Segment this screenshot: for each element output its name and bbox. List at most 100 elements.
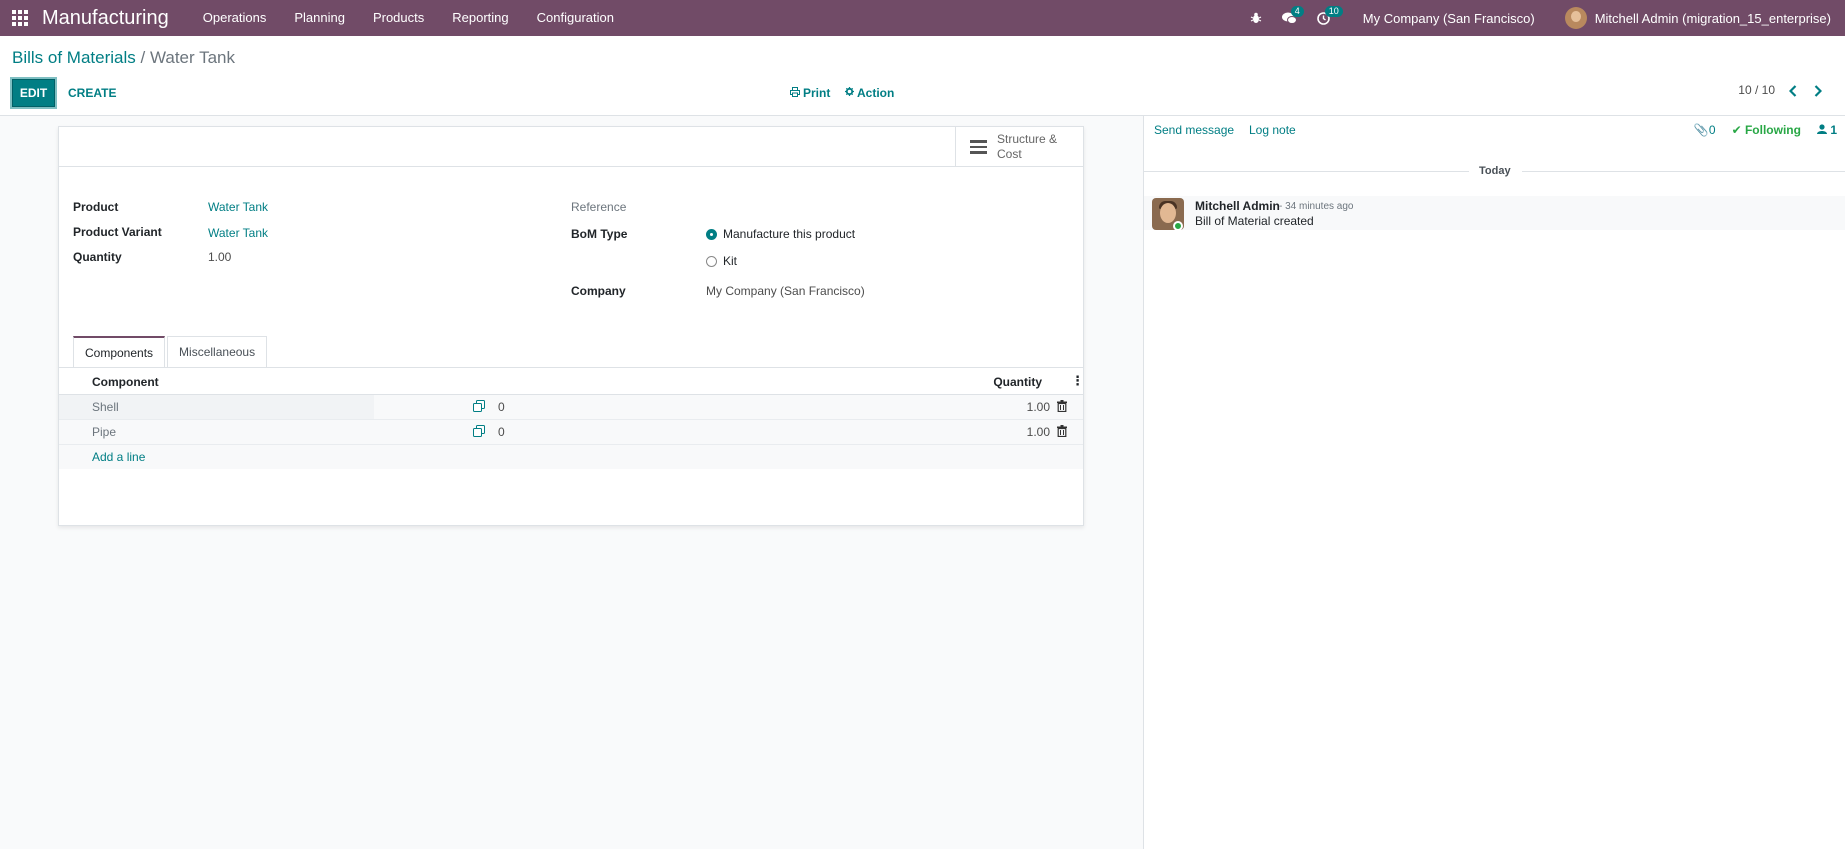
row-quantity[interactable]: 1.00 [1027,425,1050,439]
table-header: Component Quantity ⋮ [59,368,1084,395]
row-component[interactable]: Pipe [92,425,116,439]
followers-button[interactable]: 1 [1816,123,1837,137]
chatter: Send message Log note 📎0 ✔ Following 1 T… [1143,116,1845,849]
structure-cost-button[interactable]: Structure & Cost [955,127,1083,167]
button-box: Structure & Cost [59,127,1083,167]
attachments-count: 0 [1708,123,1716,137]
row-quantity[interactable]: 1.00 [1027,400,1050,414]
product-variant-field[interactable]: Water Tank [208,226,268,240]
message-author[interactable]: Mitchell Admin [1195,199,1280,213]
table-row[interactable]: Shell 0 1.00 [59,395,1083,420]
top-navbar: Manufacturing Operations Planning Produc… [0,0,1845,36]
company-switcher[interactable]: My Company (San Francisco) [1363,11,1535,26]
pager-value[interactable]: 10 / 10 [1738,83,1775,97]
followers-count: 1 [1830,123,1837,137]
breadcrumb-current: Water Tank [149,48,236,67]
date-separator-line-right [1522,171,1845,172]
breadcrumb: Bills of Materials / Water Tank [12,48,235,68]
row-available: 0 [498,400,505,414]
notebook-tabs: Components Miscellaneous [73,336,269,368]
messages-icon[interactable]: 4 [1275,0,1305,36]
company-label: Company [571,284,626,298]
product-field[interactable]: Water Tank [208,200,268,214]
row-available: 0 [498,425,505,439]
menu-configuration[interactable]: Configuration [523,0,628,36]
bars-icon [970,140,987,154]
menu-products[interactable]: Products [359,0,438,36]
date-separator: Today [1144,165,1845,177]
activities-badge: 10 [1324,6,1343,17]
trash-icon[interactable] [1057,425,1068,438]
check-icon: ✔ [1731,123,1742,137]
bom-type-kit-radio[interactable]: Kit [706,254,737,268]
following-button[interactable]: ✔ Following [1732,123,1801,137]
attachments-button[interactable]: 📎0 [1694,123,1716,137]
column-header-quantity[interactable]: Quantity [993,375,1042,389]
bom-type-manufacture-label: Manufacture this product [723,227,856,241]
breadcrumb-bills-of-materials[interactable]: Bills of Materials [12,48,136,67]
radio-checked-icon [706,228,717,240]
print-button[interactable]: Print [790,79,830,107]
pager-next-button[interactable] [1809,82,1827,100]
chatter-topbar-right: 📎0 ✔ Following 1 [1694,123,1837,137]
quantity-field[interactable]: 1.00 [208,250,231,264]
app-name[interactable]: Manufacturing [42,7,169,30]
pager-previous-button[interactable] [1784,82,1802,100]
forecast-report-icon[interactable] [473,425,486,438]
message-time: - 34 minutes ago [1279,201,1354,212]
trash-icon[interactable] [1057,400,1068,413]
message-body: Bill of Material created [1195,214,1314,228]
row-component[interactable]: Shell [92,400,119,414]
following-label: Following [1744,123,1801,137]
online-status-icon [1173,221,1183,231]
bug-icon[interactable] [1241,0,1271,36]
action-button[interactable]: Action [845,79,894,107]
print-label: Print [803,86,831,100]
company-field[interactable]: My Company (San Francisco) [706,284,865,298]
gear-icon [845,87,854,99]
quantity-label: Quantity [73,250,122,264]
forecast-report-icon[interactable] [473,400,486,413]
column-header-component[interactable]: Component [92,375,159,389]
date-separator-line-left [1144,171,1469,172]
log-note-button[interactable]: Log note [1249,123,1296,137]
menu-planning[interactable]: Planning [280,0,359,36]
menu-operations[interactable]: Operations [189,0,281,36]
tab-miscellaneous[interactable]: Miscellaneous [167,336,268,367]
paperclip-icon: 📎 [1693,123,1709,137]
pager-previous [1522,82,1540,100]
form-area: Structure & Cost Product Water Tank Prod… [0,116,1143,849]
chevron-left-icon [1789,85,1797,97]
print-icon [790,86,800,100]
messages-badge: 4 [1290,6,1304,17]
user-icon [1816,123,1830,137]
table-row[interactable]: Pipe 0 1.00 [59,420,1083,445]
add-line-row: Add a line [59,445,1083,469]
user-avatar[interactable] [1564,7,1587,29]
chatter-message: Mitchell Admin - 34 minutes ago Bill of … [1144,196,1845,231]
user-menu[interactable]: Mitchell Admin (migration_15_enterprise) [1595,11,1831,26]
optional-columns-icon[interactable]: ⋮ [1071,373,1084,389]
systray: 4 10 My Company (San Francisco) Mitchell… [1237,0,1831,36]
chevron-right-icon [1814,85,1822,97]
product-variant-label: Product Variant [73,225,162,239]
structure-cost-label: Structure & Cost [997,132,1058,161]
components-table: Component Quantity ⋮ Shell 0 1.00 Pipe 0… [59,368,1084,469]
action-label: Action [857,86,895,100]
apps-menu-icon[interactable] [0,0,40,36]
add-line-link[interactable]: Add a line [92,450,145,464]
form-sheet: Structure & Cost Product Water Tank Prod… [58,126,1084,526]
activities-icon[interactable]: 10 [1309,0,1343,36]
send-message-button[interactable]: Send message [1154,123,1234,137]
edit-button[interactable]: EDIT [12,79,55,107]
menu-reporting[interactable]: Reporting [438,0,522,36]
control-panel: Bills of Materials / Water Tank EDIT CRE… [0,36,1845,116]
create-button[interactable]: CREATE [64,79,120,107]
reference-label: Reference [571,200,627,214]
tab-components[interactable]: Components [73,336,166,368]
radio-unchecked-icon [706,255,717,267]
bom-type-kit-label: Kit [723,254,738,268]
date-separator-label: Today [1479,165,1511,177]
bom-type-manufacture-radio[interactable]: Manufacture this product [706,227,855,241]
bom-type-label: BoM Type [571,227,628,241]
